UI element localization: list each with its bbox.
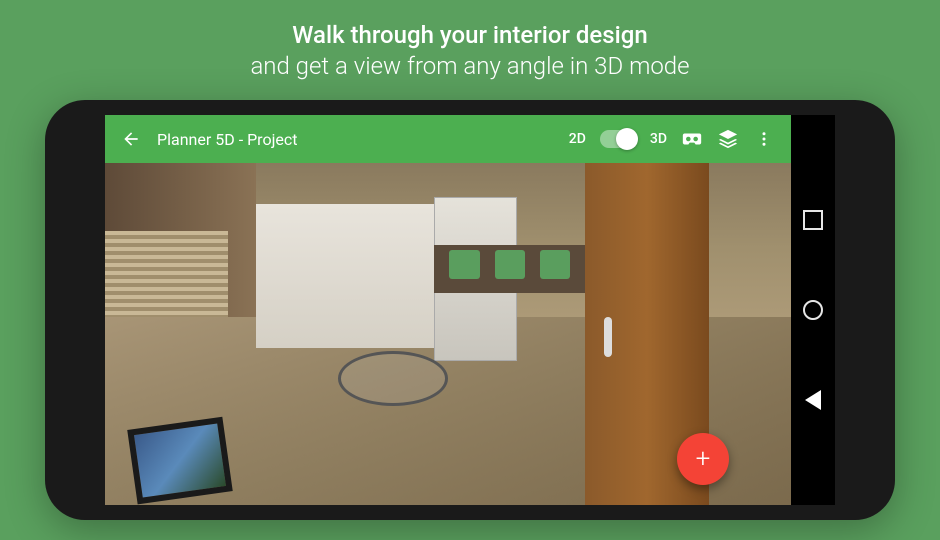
view-3d-label[interactable]: 3D (650, 131, 667, 147)
cushion (449, 250, 479, 279)
layers-icon[interactable] (717, 128, 739, 150)
picture-frame (128, 417, 234, 505)
door-handle (604, 317, 612, 357)
vr-headset-icon[interactable] (681, 128, 703, 150)
plus-icon: + (696, 444, 711, 474)
cushion (495, 250, 525, 279)
dining-table (338, 351, 448, 406)
cushion (540, 250, 570, 279)
add-button[interactable]: + (677, 433, 729, 485)
phone-screen: Planner 5D - Project 2D 3D (105, 115, 835, 505)
nav-recent-icon[interactable] (803, 210, 823, 230)
nav-back-icon[interactable] (805, 390, 821, 410)
app-title: Planner 5D - Project (157, 130, 553, 149)
sofa (434, 245, 585, 293)
app-toolbar: Planner 5D - Project 2D 3D (105, 115, 791, 163)
promo-heading: Walk through your interior design and ge… (0, 0, 940, 82)
nav-home-icon[interactable] (803, 300, 823, 320)
view-mode-toggle[interactable] (600, 130, 636, 148)
android-nav-bar (791, 115, 835, 505)
toolbar-controls: 2D 3D (569, 128, 775, 150)
phone-frame: Planner 5D - Project 2D 3D (45, 100, 895, 520)
promo-subtitle: and get a view from any angle in 3D mode (0, 51, 940, 82)
kitchen-cabinets (256, 204, 448, 348)
back-arrow-icon[interactable] (121, 129, 141, 149)
view-2d-label[interactable]: 2D (569, 131, 586, 147)
app-area: Planner 5D - Project 2D 3D (105, 115, 791, 505)
overflow-menu-icon[interactable] (753, 128, 775, 150)
promo-title: Walk through your interior design (0, 20, 940, 51)
toggle-knob (616, 128, 638, 150)
